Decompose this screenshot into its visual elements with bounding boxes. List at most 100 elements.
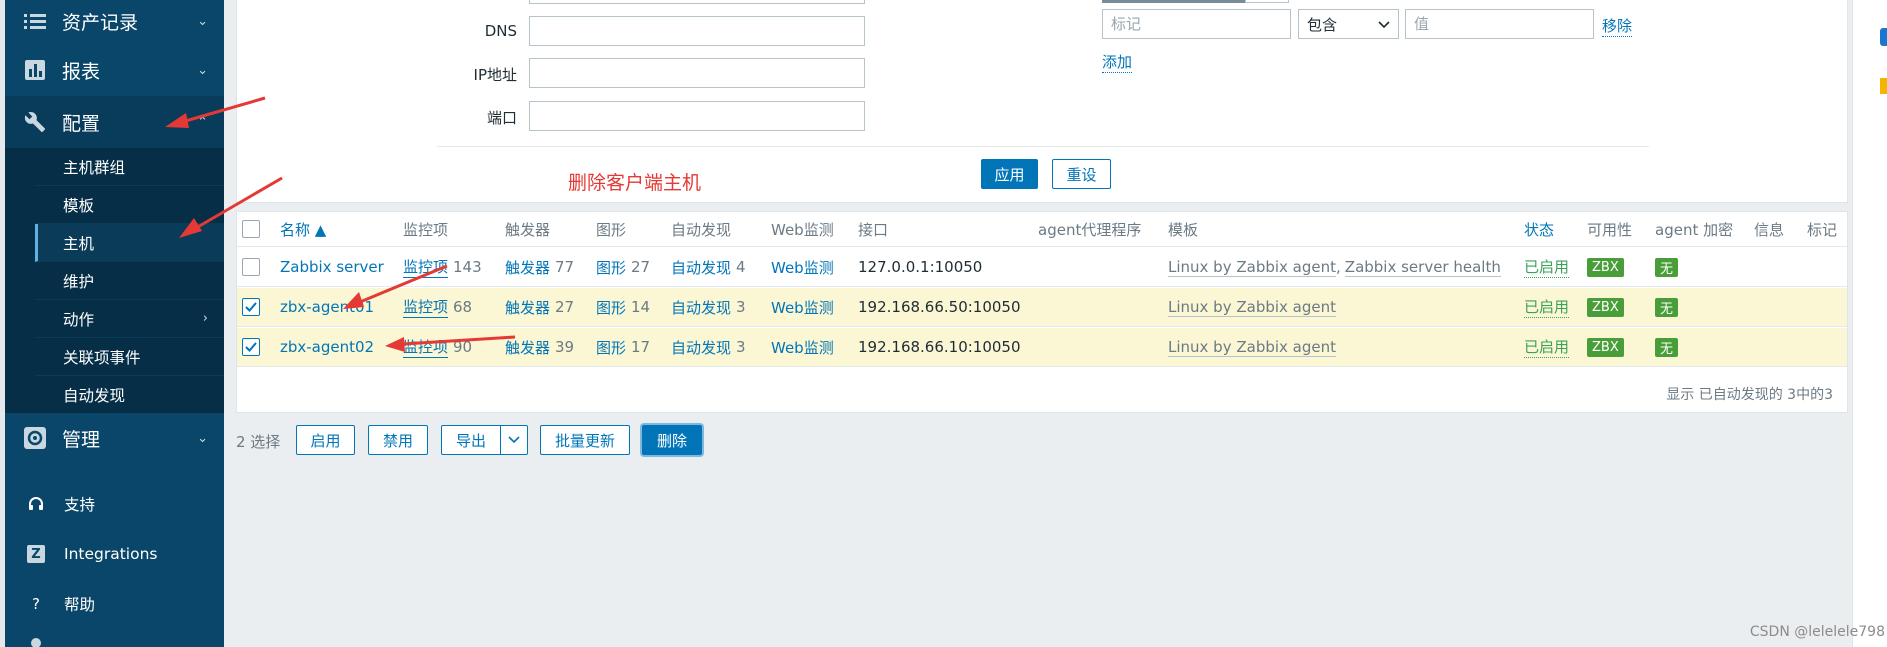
reset-button[interactable]: 重设 (1052, 159, 1111, 189)
discovery-count: 4 (736, 258, 746, 276)
host-name-link[interactable]: Zabbix server (280, 258, 384, 276)
enable-button[interactable]: 启用 (296, 425, 355, 455)
discovery-link[interactable]: 自动发现 (671, 297, 731, 318)
menu-inventory[interactable]: 资产记录 ⌄ (5, 0, 224, 45)
items-link[interactable]: 监控项 (403, 296, 449, 318)
template-link[interactable]: Linux by Zabbix agent (1168, 258, 1337, 277)
ip-input[interactable] (529, 58, 865, 88)
tag-value-input[interactable] (1405, 9, 1594, 39)
template-link[interactable]: Linux by Zabbix agent (1168, 338, 1337, 357)
bar-chart-icon (23, 58, 47, 82)
discovery-count: 3 (736, 298, 746, 316)
graphs-link[interactable]: 图形 (596, 297, 626, 318)
extension-icon[interactable] (1880, 28, 1887, 46)
submenu-discovery[interactable]: 自动发现 (35, 376, 224, 414)
tag-name-input[interactable] (1102, 9, 1291, 39)
select-all-cell (242, 212, 260, 246)
menu-integrations[interactable]: Z Integrations (5, 530, 224, 578)
items-link[interactable]: 监控项 (403, 256, 449, 278)
submenu-templates[interactable]: 模板 (35, 186, 224, 224)
export-dropdown-button[interactable] (500, 425, 528, 455)
triggers-link[interactable]: 触发器 (505, 337, 550, 358)
header-templates: 模板 (1168, 220, 1199, 239)
status-toggle[interactable]: 已启用 (1524, 256, 1570, 278)
header-status[interactable]: 状态 (1524, 212, 1554, 246)
encryption-badge: 无 (1655, 337, 1679, 357)
graphs-link[interactable]: 图形 (596, 257, 626, 278)
graphs-count: 14 (631, 298, 651, 316)
watermark: CSDN @lelelele798 (1749, 624, 1885, 640)
triggers-count: 77 (555, 258, 575, 276)
disable-button[interactable]: 禁用 (368, 425, 428, 455)
submenu-templates-label: 模板 (63, 196, 95, 215)
row-checkbox[interactable] (242, 338, 260, 356)
web-link[interactable]: Web监测 (771, 297, 834, 318)
dns-input[interactable] (529, 16, 865, 46)
user-icon[interactable] (31, 638, 41, 647)
items-count: 90 (453, 338, 473, 356)
menu-help[interactable]: ? 帮助 (5, 580, 224, 628)
apply-button[interactable]: 应用 (981, 159, 1038, 189)
select-all-checkbox[interactable] (242, 220, 260, 238)
add-tag-link[interactable]: 添加 (1102, 51, 1133, 73)
status-toggle[interactable]: 已启用 (1524, 296, 1570, 318)
host-name-link[interactable]: zbx-agent02 (280, 338, 374, 356)
row-checkbox[interactable] (242, 258, 260, 276)
submenu-host-groups[interactable]: 主机群组 (35, 148, 224, 186)
submenu-hosts[interactable]: 主机 (35, 224, 224, 262)
triggers-link[interactable]: 触发器 (505, 257, 550, 278)
web-link[interactable]: Web监测 (771, 257, 834, 278)
tag-operator-select[interactable]: 包含 (1298, 9, 1399, 39)
menu-reports[interactable]: 报表 ⌄ (5, 46, 224, 94)
triggers-link[interactable]: 触发器 (505, 297, 550, 318)
template-link[interactable]: Zabbix server health (1344, 258, 1501, 277)
table-row: Zabbix server 监控项 143 触发器 77 图形 27 自动发现 4 We… (237, 248, 1847, 287)
items-count: 143 (453, 258, 482, 276)
checkmark-icon (245, 302, 257, 312)
items-link[interactable]: 监控项 (403, 336, 449, 358)
submenu-maintenance[interactable]: 维护 (35, 262, 224, 300)
selected-count: 2 选择 (236, 433, 281, 451)
menu-configuration[interactable]: 配置 ⌃ (5, 96, 224, 148)
menu-integrations-label: Integrations (64, 545, 158, 563)
submenu-discovery-label: 自动发现 (63, 387, 126, 405)
web-link[interactable]: Web监测 (771, 337, 834, 358)
discovery-count: 3 (736, 338, 746, 356)
menu-inventory-label: 资产记录 (62, 11, 139, 34)
host-name-link[interactable]: zbx-agent01 (280, 298, 374, 316)
bookmark-icon[interactable] (1880, 78, 1887, 94)
tag-mode-toggle[interactable] (1102, 0, 1245, 3)
template-link[interactable]: Linux by Zabbix agent (1168, 298, 1337, 317)
chevron-down-icon (508, 436, 520, 444)
header-info: 信息 (1754, 220, 1785, 239)
delete-button[interactable]: 删除 (642, 425, 702, 455)
status-toggle[interactable]: 已启用 (1524, 336, 1570, 358)
chevron-down-icon: ⌄ (197, 62, 208, 78)
port-input[interactable] (529, 101, 865, 131)
submenu-actions[interactable]: 动作 › (35, 300, 224, 338)
interface-value: 192.168.66.50:10050 (858, 298, 1021, 316)
tag-mode-toggle-alt[interactable] (1245, 0, 1289, 3)
submenu-event-correlation[interactable]: 关联项事件 (35, 338, 224, 376)
header-name[interactable]: 名称 ▲ (280, 212, 326, 246)
menu-support[interactable]: 支持 (5, 480, 224, 528)
wrench-icon (23, 110, 47, 134)
discovery-link[interactable]: 自动发现 (671, 257, 731, 278)
discovery-link[interactable]: 自动发现 (671, 337, 731, 358)
graphs-link[interactable]: 图形 (596, 337, 626, 358)
header-graphs: 图形 (596, 220, 627, 239)
submenu-host-groups-label: 主机群组 (63, 158, 126, 177)
triggers-count: 39 (555, 338, 575, 356)
submenu-maintenance-label: 维护 (63, 272, 95, 291)
mass-update-button[interactable]: 批量更新 (540, 425, 630, 455)
z-icon: Z (27, 545, 45, 563)
row-checkbox[interactable] (242, 298, 260, 316)
interface-value: 127.0.0.1:10050 (858, 258, 983, 276)
host-groups-field[interactable] (529, 0, 865, 4)
menu-administration[interactable]: 管理 ⌄ (5, 414, 224, 462)
remove-tag-link[interactable]: 移除 (1602, 15, 1633, 37)
export-button[interactable]: 导出 (441, 425, 501, 455)
header-discovery: 自动发现 (671, 220, 732, 239)
encryption-badge: 无 (1655, 297, 1679, 317)
header-triggers: 触发器 (505, 220, 551, 239)
